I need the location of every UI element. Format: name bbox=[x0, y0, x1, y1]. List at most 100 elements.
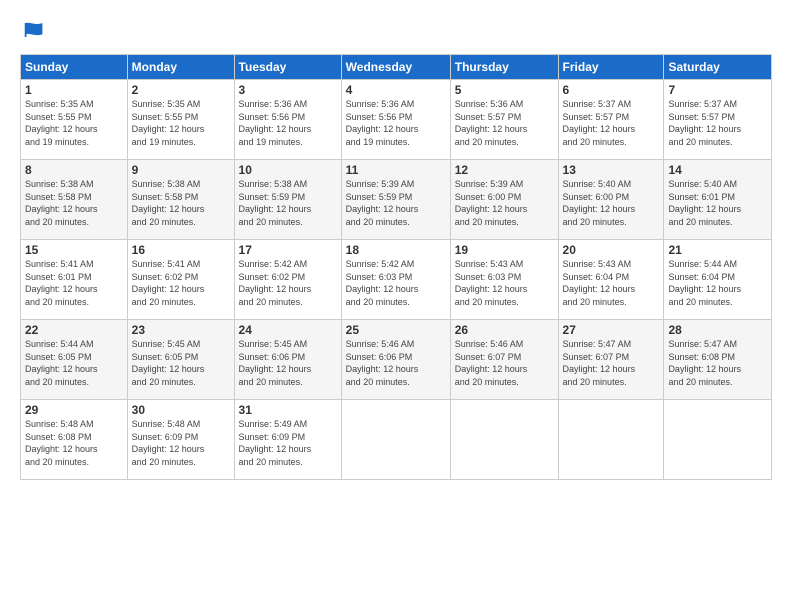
calendar-day-cell: 17Sunrise: 5:42 AM Sunset: 6:02 PM Dayli… bbox=[234, 240, 341, 320]
calendar-header-thursday: Thursday bbox=[450, 55, 558, 80]
day-info: Sunrise: 5:41 AM Sunset: 6:02 PM Dayligh… bbox=[132, 258, 230, 308]
calendar-header-wednesday: Wednesday bbox=[341, 55, 450, 80]
day-number: 6 bbox=[563, 83, 660, 97]
day-info: Sunrise: 5:39 AM Sunset: 6:00 PM Dayligh… bbox=[455, 178, 554, 228]
day-info: Sunrise: 5:46 AM Sunset: 6:06 PM Dayligh… bbox=[346, 338, 446, 388]
calendar-header-monday: Monday bbox=[127, 55, 234, 80]
day-number: 5 bbox=[455, 83, 554, 97]
day-info: Sunrise: 5:47 AM Sunset: 6:08 PM Dayligh… bbox=[668, 338, 767, 388]
day-info: Sunrise: 5:45 AM Sunset: 6:06 PM Dayligh… bbox=[239, 338, 337, 388]
header bbox=[20, 16, 772, 44]
empty-cell bbox=[450, 400, 558, 480]
day-number: 3 bbox=[239, 83, 337, 97]
day-number: 10 bbox=[239, 163, 337, 177]
calendar-week-row: 22Sunrise: 5:44 AM Sunset: 6:05 PM Dayli… bbox=[21, 320, 772, 400]
day-number: 21 bbox=[668, 243, 767, 257]
day-number: 27 bbox=[563, 323, 660, 337]
calendar-day-cell: 18Sunrise: 5:42 AM Sunset: 6:03 PM Dayli… bbox=[341, 240, 450, 320]
calendar-day-cell: 31Sunrise: 5:49 AM Sunset: 6:09 PM Dayli… bbox=[234, 400, 341, 480]
day-info: Sunrise: 5:42 AM Sunset: 6:02 PM Dayligh… bbox=[239, 258, 337, 308]
day-number: 26 bbox=[455, 323, 554, 337]
day-number: 23 bbox=[132, 323, 230, 337]
logo-icon bbox=[20, 16, 48, 44]
calendar-day-cell: 8Sunrise: 5:38 AM Sunset: 5:58 PM Daylig… bbox=[21, 160, 128, 240]
day-number: 30 bbox=[132, 403, 230, 417]
calendar-day-cell: 1Sunrise: 5:35 AM Sunset: 5:55 PM Daylig… bbox=[21, 80, 128, 160]
day-info: Sunrise: 5:42 AM Sunset: 6:03 PM Dayligh… bbox=[346, 258, 446, 308]
calendar-day-cell: 26Sunrise: 5:46 AM Sunset: 6:07 PM Dayli… bbox=[450, 320, 558, 400]
page: SundayMondayTuesdayWednesdayThursdayFrid… bbox=[0, 0, 792, 612]
calendar-day-cell: 12Sunrise: 5:39 AM Sunset: 6:00 PM Dayli… bbox=[450, 160, 558, 240]
calendar-day-cell: 15Sunrise: 5:41 AM Sunset: 6:01 PM Dayli… bbox=[21, 240, 128, 320]
calendar-day-cell: 21Sunrise: 5:44 AM Sunset: 6:04 PM Dayli… bbox=[664, 240, 772, 320]
day-info: Sunrise: 5:44 AM Sunset: 6:05 PM Dayligh… bbox=[25, 338, 123, 388]
day-number: 4 bbox=[346, 83, 446, 97]
calendar-day-cell: 5Sunrise: 5:36 AM Sunset: 5:57 PM Daylig… bbox=[450, 80, 558, 160]
day-number: 18 bbox=[346, 243, 446, 257]
calendar-day-cell: 28Sunrise: 5:47 AM Sunset: 6:08 PM Dayli… bbox=[664, 320, 772, 400]
calendar-day-cell: 4Sunrise: 5:36 AM Sunset: 5:56 PM Daylig… bbox=[341, 80, 450, 160]
empty-cell bbox=[558, 400, 664, 480]
calendar-day-cell: 22Sunrise: 5:44 AM Sunset: 6:05 PM Dayli… bbox=[21, 320, 128, 400]
calendar-day-cell: 13Sunrise: 5:40 AM Sunset: 6:00 PM Dayli… bbox=[558, 160, 664, 240]
day-info: Sunrise: 5:37 AM Sunset: 5:57 PM Dayligh… bbox=[563, 98, 660, 148]
day-info: Sunrise: 5:40 AM Sunset: 6:01 PM Dayligh… bbox=[668, 178, 767, 228]
day-info: Sunrise: 5:40 AM Sunset: 6:00 PM Dayligh… bbox=[563, 178, 660, 228]
day-info: Sunrise: 5:38 AM Sunset: 5:58 PM Dayligh… bbox=[132, 178, 230, 228]
day-info: Sunrise: 5:49 AM Sunset: 6:09 PM Dayligh… bbox=[239, 418, 337, 468]
calendar-day-cell: 9Sunrise: 5:38 AM Sunset: 5:58 PM Daylig… bbox=[127, 160, 234, 240]
day-number: 22 bbox=[25, 323, 123, 337]
day-info: Sunrise: 5:39 AM Sunset: 5:59 PM Dayligh… bbox=[346, 178, 446, 228]
calendar-day-cell: 2Sunrise: 5:35 AM Sunset: 5:55 PM Daylig… bbox=[127, 80, 234, 160]
day-info: Sunrise: 5:38 AM Sunset: 5:58 PM Dayligh… bbox=[25, 178, 123, 228]
calendar-week-row: 8Sunrise: 5:38 AM Sunset: 5:58 PM Daylig… bbox=[21, 160, 772, 240]
day-info: Sunrise: 5:47 AM Sunset: 6:07 PM Dayligh… bbox=[563, 338, 660, 388]
empty-cell bbox=[341, 400, 450, 480]
calendar-header-friday: Friday bbox=[558, 55, 664, 80]
day-info: Sunrise: 5:41 AM Sunset: 6:01 PM Dayligh… bbox=[25, 258, 123, 308]
day-number: 17 bbox=[239, 243, 337, 257]
day-number: 2 bbox=[132, 83, 230, 97]
day-number: 14 bbox=[668, 163, 767, 177]
calendar-day-cell: 11Sunrise: 5:39 AM Sunset: 5:59 PM Dayli… bbox=[341, 160, 450, 240]
day-info: Sunrise: 5:43 AM Sunset: 6:03 PM Dayligh… bbox=[455, 258, 554, 308]
day-info: Sunrise: 5:36 AM Sunset: 5:56 PM Dayligh… bbox=[239, 98, 337, 148]
calendar-day-cell: 20Sunrise: 5:43 AM Sunset: 6:04 PM Dayli… bbox=[558, 240, 664, 320]
calendar-header-sunday: Sunday bbox=[21, 55, 128, 80]
calendar-day-cell: 19Sunrise: 5:43 AM Sunset: 6:03 PM Dayli… bbox=[450, 240, 558, 320]
day-number: 8 bbox=[25, 163, 123, 177]
day-number: 19 bbox=[455, 243, 554, 257]
calendar-day-cell: 3Sunrise: 5:36 AM Sunset: 5:56 PM Daylig… bbox=[234, 80, 341, 160]
calendar-day-cell: 29Sunrise: 5:48 AM Sunset: 6:08 PM Dayli… bbox=[21, 400, 128, 480]
day-info: Sunrise: 5:46 AM Sunset: 6:07 PM Dayligh… bbox=[455, 338, 554, 388]
calendar-day-cell: 14Sunrise: 5:40 AM Sunset: 6:01 PM Dayli… bbox=[664, 160, 772, 240]
calendar-day-cell: 23Sunrise: 5:45 AM Sunset: 6:05 PM Dayli… bbox=[127, 320, 234, 400]
day-number: 7 bbox=[668, 83, 767, 97]
calendar-header-saturday: Saturday bbox=[664, 55, 772, 80]
calendar-day-cell: 16Sunrise: 5:41 AM Sunset: 6:02 PM Dayli… bbox=[127, 240, 234, 320]
day-number: 29 bbox=[25, 403, 123, 417]
day-info: Sunrise: 5:48 AM Sunset: 6:08 PM Dayligh… bbox=[25, 418, 123, 468]
empty-cell bbox=[664, 400, 772, 480]
day-info: Sunrise: 5:45 AM Sunset: 6:05 PM Dayligh… bbox=[132, 338, 230, 388]
calendar-table: SundayMondayTuesdayWednesdayThursdayFrid… bbox=[20, 54, 772, 480]
calendar-week-row: 15Sunrise: 5:41 AM Sunset: 6:01 PM Dayli… bbox=[21, 240, 772, 320]
calendar-header-row: SundayMondayTuesdayWednesdayThursdayFrid… bbox=[21, 55, 772, 80]
day-number: 11 bbox=[346, 163, 446, 177]
calendar-day-cell: 6Sunrise: 5:37 AM Sunset: 5:57 PM Daylig… bbox=[558, 80, 664, 160]
logo bbox=[20, 16, 52, 44]
day-info: Sunrise: 5:36 AM Sunset: 5:56 PM Dayligh… bbox=[346, 98, 446, 148]
day-number: 28 bbox=[668, 323, 767, 337]
day-info: Sunrise: 5:38 AM Sunset: 5:59 PM Dayligh… bbox=[239, 178, 337, 228]
day-info: Sunrise: 5:36 AM Sunset: 5:57 PM Dayligh… bbox=[455, 98, 554, 148]
calendar-day-cell: 24Sunrise: 5:45 AM Sunset: 6:06 PM Dayli… bbox=[234, 320, 341, 400]
calendar-day-cell: 25Sunrise: 5:46 AM Sunset: 6:06 PM Dayli… bbox=[341, 320, 450, 400]
calendar-day-cell: 30Sunrise: 5:48 AM Sunset: 6:09 PM Dayli… bbox=[127, 400, 234, 480]
calendar-day-cell: 10Sunrise: 5:38 AM Sunset: 5:59 PM Dayli… bbox=[234, 160, 341, 240]
calendar-week-row: 29Sunrise: 5:48 AM Sunset: 6:08 PM Dayli… bbox=[21, 400, 772, 480]
calendar-day-cell: 7Sunrise: 5:37 AM Sunset: 5:57 PM Daylig… bbox=[664, 80, 772, 160]
day-info: Sunrise: 5:44 AM Sunset: 6:04 PM Dayligh… bbox=[668, 258, 767, 308]
day-number: 25 bbox=[346, 323, 446, 337]
day-info: Sunrise: 5:48 AM Sunset: 6:09 PM Dayligh… bbox=[132, 418, 230, 468]
day-number: 9 bbox=[132, 163, 230, 177]
